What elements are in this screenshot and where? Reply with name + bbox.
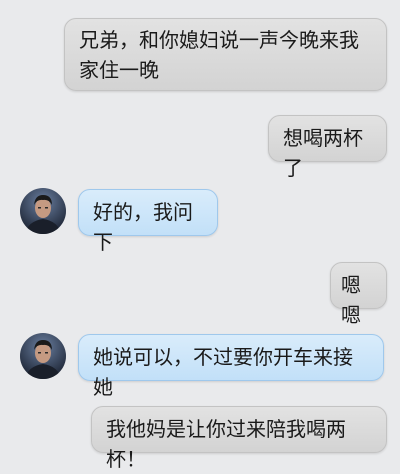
message-text: 我他妈是让你过来陪我喝两杯！ xyxy=(106,417,346,471)
contact-avatar[interactable] xyxy=(20,333,66,379)
message-text: 想喝两杯了 xyxy=(283,126,363,180)
message-bubble-sent[interactable]: 想喝两杯了 xyxy=(268,115,387,180)
message-bubble-received[interactable]: 她说可以，不过要你开车来接她 xyxy=(78,334,384,399)
message-text: 好的，我问下 xyxy=(93,200,193,254)
message-bubble-sent[interactable]: 兄弟，和你媳妇说一声今晚来我家住一晚 xyxy=(64,18,387,91)
message-text: 嗯嗯 xyxy=(341,273,361,327)
message-text: 兄弟，和你媳妇说一声今晚来我家住一晚 xyxy=(79,28,359,82)
message-bubble-sent[interactable]: 嗯嗯 xyxy=(330,262,387,327)
message-bubble-received[interactable]: 好的，我问下 xyxy=(78,189,218,254)
message-text: 她说可以，不过要你开车来接她 xyxy=(93,345,353,399)
chat-thread: 兄弟，和你媳妇说一声今晚来我家住一晚 想喝两杯了 好的，我问下 嗯嗯 她说可以，… xyxy=(0,0,400,471)
message-bubble-sent[interactable]: 我他妈是让你过来陪我喝两杯！ xyxy=(91,406,387,471)
contact-avatar[interactable] xyxy=(20,188,66,234)
